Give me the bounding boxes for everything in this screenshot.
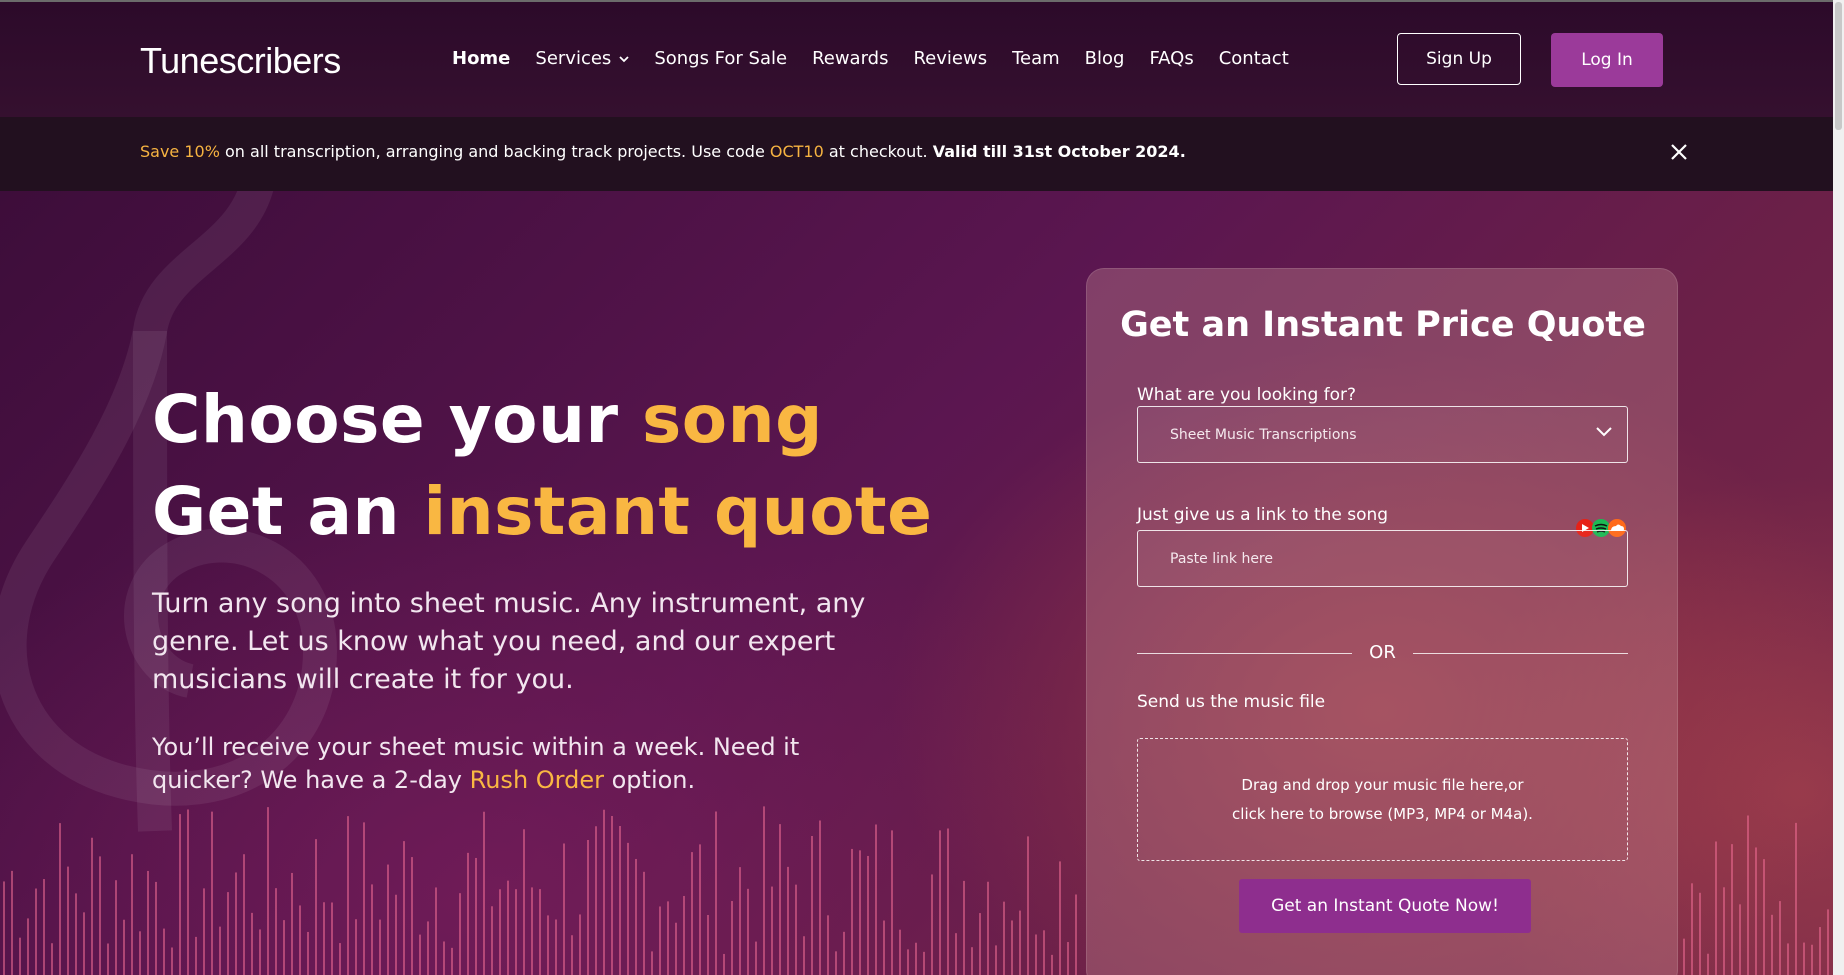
drop-line-1: Drag and drop your music file here,or [1241,775,1524,794]
service-select[interactable]: Sheet Music Transcriptions [1137,406,1628,463]
music-file-label: Send us the music file [1137,692,1326,712]
scrollbar-track[interactable] [1833,0,1844,975]
chevron-down-icon [1596,427,1612,437]
headline-1b: song [642,381,823,458]
promo-banner: Save 10% on all transcription, arranging… [0,117,1833,191]
chevron-down-icon [619,55,629,62]
file-drop-zone[interactable]: Drag and drop your music file here,or cl… [1137,738,1628,861]
nav-faqs-label: FAQs [1149,48,1194,69]
or-divider: OR [1137,642,1628,666]
site-header: Tunescribers Home Services Songs For Sal… [0,2,1833,117]
nav-home-label: Home [452,48,511,69]
song-link-input[interactable]: Paste link here [1137,530,1628,587]
promo-code: OCT10 [769,142,824,161]
hero-description: Turn any song into sheet music. Any inst… [152,588,866,695]
log-in-button[interactable]: Log In [1551,33,1663,87]
nav-rewards[interactable]: Rewards [812,48,888,69]
site-logo[interactable]: Tunescribers [140,40,341,82]
quote-card: Get an Instant Price Quote What are you … [1086,268,1678,975]
promo-valid: Valid till 31st October 2024. [932,142,1186,161]
nav-contact[interactable]: Contact [1219,48,1289,69]
headline-1a: Choose your [152,381,643,458]
promo-save: Save 10% [140,142,220,161]
rush-order-link[interactable]: Rush Order [470,766,604,794]
delivery-text-b: option. [603,766,696,794]
hero-section: Choose your song Get an instant quote Tu… [0,191,1833,975]
drop-line-2: click here to browse (MP3, MP4 or M4a). [1232,804,1533,823]
nav-services[interactable]: Services [535,48,629,69]
looking-for-label: What are you looking for? [1137,385,1357,405]
or-line-right [1413,653,1628,654]
headline-line-2: Get an instant quote [152,466,932,558]
nav-team-label: Team [1012,48,1060,69]
promo-text-1: on all transcription, arranging and back… [219,142,770,161]
main-nav: Home Services Songs For Sale Rewards Rev… [452,48,1314,69]
scrollbar-thumb[interactable] [1835,2,1842,130]
nav-songs-label: Songs For Sale [654,48,788,69]
nav-faqs[interactable]: FAQs [1149,48,1193,69]
nav-rewards-label: Rewards [812,48,889,69]
headline-line-1: Choose your song [152,374,932,466]
close-icon[interactable] [1669,142,1689,162]
nav-reviews[interactable]: Reviews [913,48,987,69]
headline-2a: Get an [152,473,424,550]
promo-text-2: at checkout. [823,142,933,161]
hero-headline: Choose your song Get an instant quote [152,374,932,558]
nav-team[interactable]: Team [1012,48,1060,69]
nav-blog[interactable]: Blog [1085,48,1125,69]
nav-blog-label: Blog [1084,48,1125,69]
nav-contact-label: Contact [1218,48,1289,69]
get-quote-button[interactable]: Get an Instant Quote Now! [1239,879,1531,933]
headline-2b: instant quote [423,473,933,550]
quote-title: Get an Instant Price Quote [1120,305,1646,345]
nav-reviews-label: Reviews [913,48,988,69]
song-link-label: Just give us a link to the song [1137,505,1389,525]
service-select-value: Sheet Music Transcriptions [1170,426,1357,443]
hero-delivery-note: You’ll receive your sheet music within a… [152,731,892,797]
song-link-placeholder: Paste link here [1170,550,1273,567]
nav-songs-for-sale[interactable]: Songs For Sale [654,48,787,69]
nav-home[interactable]: Home [452,48,510,69]
nav-services-label: Services [535,48,612,69]
sign-up-button[interactable]: Sign Up [1397,33,1521,85]
promo-text: Save 10% on all transcription, arranging… [140,142,1186,161]
